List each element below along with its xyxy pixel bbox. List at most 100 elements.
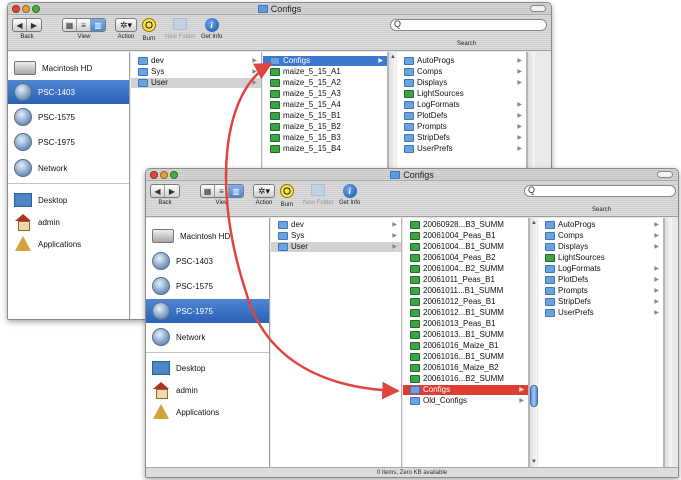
new-folder-button[interactable]: New Folder xyxy=(303,184,334,206)
gear-icon[interactable]: ✲▾ xyxy=(115,18,137,32)
title-bar[interactable]: Configs xyxy=(8,3,551,15)
list-item[interactable]: User ▶ xyxy=(271,242,401,252)
new-folder-icon[interactable] xyxy=(173,18,188,30)
sidebar-item-desktop[interactable]: Desktop xyxy=(146,356,269,380)
list-item[interactable]: maize_5_15_A4 xyxy=(263,100,387,110)
burn-icon[interactable] xyxy=(280,184,294,198)
forward-icon[interactable]: ▶ xyxy=(27,19,41,31)
sidebar-item-network[interactable]: Network xyxy=(146,325,269,349)
get-info-button[interactable]: i Get Info xyxy=(339,184,360,206)
action-button[interactable]: ✲▾ Action xyxy=(115,18,137,40)
column-2-scrollbar[interactable]: ▲ ▼ xyxy=(529,218,538,467)
burn-icon[interactable] xyxy=(142,18,156,32)
list-item[interactable]: maize_5_15_B3 xyxy=(263,133,387,143)
list-item[interactable]: maize_5_15_B4 xyxy=(263,144,387,154)
column-3-scrollbar[interactable] xyxy=(664,218,672,467)
search-input[interactable]: Q xyxy=(524,185,676,197)
column-view-icon[interactable]: ▥ xyxy=(229,185,243,197)
sidebar-item-psc-1575[interactable]: PSC-1575 xyxy=(146,274,269,298)
list-item[interactable]: User ▶ xyxy=(131,78,261,88)
toolbar-toggle-button[interactable] xyxy=(657,171,673,178)
sidebar-item-applications[interactable]: Applications xyxy=(8,232,129,256)
list-item[interactable]: LogFormats ▶ xyxy=(538,264,663,274)
list-item[interactable]: 20061012_Peas_B1 xyxy=(403,297,528,307)
list-item[interactable]: Comps ▶ xyxy=(397,67,526,77)
sidebar-item-psc-1403[interactable]: PSC-1403 xyxy=(146,249,269,273)
list-item[interactable]: Prompts ▶ xyxy=(538,286,663,296)
sidebar-item-psc-1575[interactable]: PSC-1575 xyxy=(8,105,129,129)
list-item-configs[interactable]: Configs ▶ xyxy=(403,385,528,395)
search-input[interactable]: Q xyxy=(390,19,547,31)
list-item[interactable]: LightSources xyxy=(538,253,663,263)
list-item[interactable]: dev ▶ xyxy=(271,220,401,230)
list-item[interactable]: AutoProgs ▶ xyxy=(397,56,526,66)
view-control[interactable]: ▦ ≡ ▥ View xyxy=(200,184,244,206)
list-item[interactable]: 20061004_Peas_B2 xyxy=(403,253,528,263)
list-item[interactable]: StripDefs ▶ xyxy=(397,133,526,143)
list-item[interactable]: 20061011_Peas_B1 xyxy=(403,275,528,285)
sidebar-item-admin[interactable]: admin xyxy=(8,210,129,234)
sidebar-item-psc-1403[interactable]: PSC-1403 xyxy=(8,80,129,104)
list-item[interactable]: 20061011...B1_SUMM xyxy=(403,286,528,296)
action-button[interactable]: ✲▾ Action xyxy=(253,184,275,206)
list-item[interactable]: AutoProgs ▶ xyxy=(538,220,663,230)
sidebar-item-psc-1975[interactable]: PSC-1975 xyxy=(146,299,269,323)
title-bar[interactable]: Configs xyxy=(146,169,678,181)
list-item[interactable]: 20061004...B1_SUMM xyxy=(403,242,528,252)
new-folder-icon[interactable] xyxy=(311,184,326,196)
list-item[interactable]: 20061016...B2_SUMM xyxy=(403,374,528,384)
sidebar-item-admin[interactable]: admin xyxy=(146,378,269,402)
list-item[interactable]: maize_5_15_B1 xyxy=(263,111,387,121)
list-item[interactable]: 20061016_Maize_B1 xyxy=(403,341,528,351)
back-forward-control[interactable]: ◀ ▶ Back xyxy=(150,184,180,206)
scroll-down-icon[interactable]: ▼ xyxy=(530,459,538,465)
list-item[interactable]: 20061004_Peas_B1 xyxy=(403,231,528,241)
list-item[interactable]: 20061016_Maize_B2 xyxy=(403,363,528,373)
info-icon[interactable]: i xyxy=(204,18,219,32)
sidebar-item-macintosh-hd[interactable]: Macintosh HD xyxy=(146,224,269,248)
scroll-up-icon[interactable]: ▲ xyxy=(389,54,397,60)
sidebar-item-macintosh-hd[interactable]: Macintosh HD xyxy=(8,56,129,80)
toolbar-toggle-button[interactable] xyxy=(530,5,546,12)
list-item[interactable]: PlotDefs ▶ xyxy=(538,275,663,285)
icon-view-icon[interactable]: ▦ xyxy=(63,19,77,31)
list-item[interactable]: Sys ▶ xyxy=(131,67,261,77)
list-item[interactable]: 20061013...B1_SUMM xyxy=(403,330,528,340)
list-item[interactable]: 20061004...B2_SUMM xyxy=(403,264,528,274)
list-item[interactable]: StripDefs ▶ xyxy=(538,297,663,307)
new-folder-button[interactable]: New Folder xyxy=(165,18,196,40)
list-item[interactable]: 20061013_Peas_B1 xyxy=(403,319,528,329)
burn-button[interactable]: Burn xyxy=(280,184,294,208)
list-item[interactable]: UserPrefs ▶ xyxy=(538,308,663,318)
list-item-configs[interactable]: Configs ▶ xyxy=(263,56,387,66)
list-item[interactable]: Old_Configs ▶ xyxy=(403,396,528,406)
sidebar-item-network[interactable]: Network xyxy=(8,156,129,180)
info-icon[interactable]: i xyxy=(342,184,357,198)
list-view-icon[interactable]: ≡ xyxy=(77,19,91,31)
gear-icon[interactable]: ✲▾ xyxy=(253,184,275,198)
list-item[interactable]: maize_5_15_A1 xyxy=(263,67,387,77)
list-item[interactable]: maize_5_15_B2 xyxy=(263,122,387,132)
burn-button[interactable]: Burn xyxy=(142,18,156,42)
sidebar-item-desktop[interactable]: Desktop xyxy=(8,188,129,212)
scroll-up-icon[interactable]: ▲ xyxy=(530,220,538,226)
scroll-thumb[interactable] xyxy=(530,385,538,407)
icon-view-icon[interactable]: ▦ xyxy=(201,185,215,197)
sidebar-item-applications[interactable]: Applications xyxy=(146,400,269,424)
list-item[interactable]: Displays ▶ xyxy=(538,242,663,252)
back-forward-control[interactable]: ◀ ▶ Back xyxy=(12,18,42,40)
get-info-button[interactable]: i Get Info xyxy=(201,18,222,40)
list-item[interactable]: LogFormats ▶ xyxy=(397,100,526,110)
list-item[interactable]: dev ▶ xyxy=(131,56,261,66)
list-item[interactable]: maize_5_15_A3 xyxy=(263,89,387,99)
back-icon[interactable]: ◀ xyxy=(13,19,27,31)
list-item[interactable]: Comps ▶ xyxy=(538,231,663,241)
list-item[interactable]: Sys ▶ xyxy=(271,231,401,241)
list-item[interactable]: Prompts ▶ xyxy=(397,122,526,132)
list-item[interactable]: maize_5_15_A2 xyxy=(263,78,387,88)
forward-icon[interactable]: ▶ xyxy=(165,185,179,197)
list-item[interactable]: 20061012...B1_SUMM xyxy=(403,308,528,318)
back-icon[interactable]: ◀ xyxy=(151,185,165,197)
list-item[interactable]: UserPrefs ▶ xyxy=(397,144,526,154)
column-view-icon[interactable]: ▥ xyxy=(91,19,105,31)
